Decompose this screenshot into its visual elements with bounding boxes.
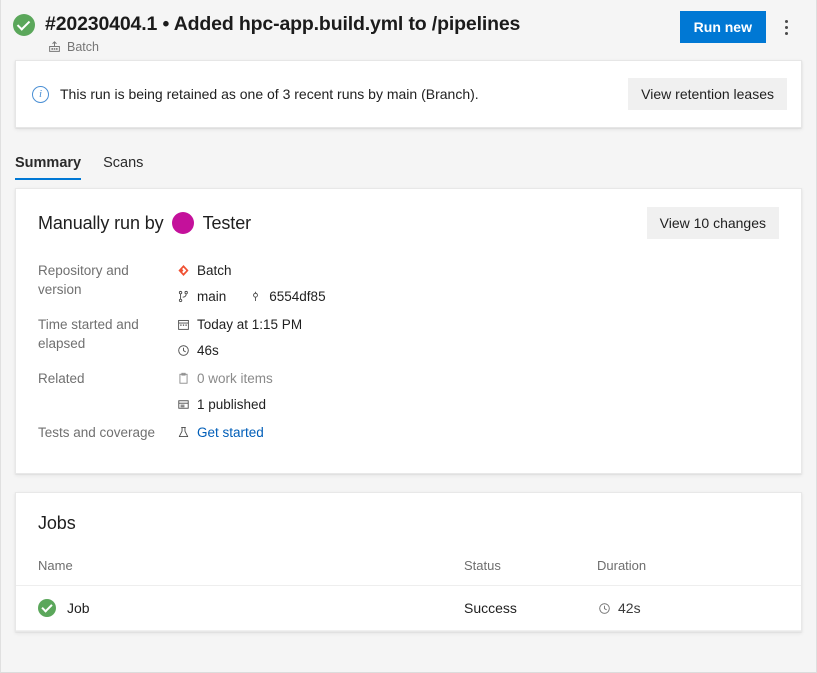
elapsed-value: 46s [197, 343, 219, 358]
page-header: #20230404.1 • Added hpc-app.build.yml to… [1, 0, 816, 60]
summary-card-wrapper: Manually run by Tester View 10 changes R… [1, 188, 816, 474]
jobs-table: Name Status Duration Job Success 42s [16, 550, 801, 631]
run-status-icon-wrapper [13, 14, 35, 39]
header-title-block: #20230404.1 • Added hpc-app.build.yml to… [45, 10, 680, 54]
header-actions: Run new [679, 11, 800, 43]
work-items-line: 0 work items [176, 369, 779, 388]
branch-icon [176, 289, 191, 304]
table-row[interactable]: Job Success 42s [16, 585, 801, 631]
detail-value-repository: Batch main 6554df85 [176, 261, 779, 315]
elapsed-line: 46s [176, 341, 779, 360]
jobs-column-status: Status [464, 550, 597, 586]
run-new-button[interactable]: Run new [679, 11, 766, 43]
job-duration-value: 42s [618, 600, 641, 616]
jobs-section-title: Jobs [38, 513, 76, 533]
pipeline-icon [47, 39, 62, 54]
view-changes-button[interactable]: View 10 changes [646, 207, 779, 239]
artifacts-line: 1 published [176, 395, 779, 414]
detail-row-related: Related 0 work items 1 published [38, 369, 779, 423]
detail-label-tests: Tests and coverage [38, 425, 156, 440]
beaker-icon [176, 425, 191, 440]
jobs-card: Jobs Name Status Duration Job Success 42… [15, 492, 802, 632]
version-line: main 6554df85 [176, 287, 779, 306]
detail-value-tests: Get started [176, 423, 779, 451]
detail-label-time: Time started and elapsed [38, 317, 139, 351]
calendar-icon [176, 317, 191, 332]
run-by-user-name: Tester [202, 212, 252, 233]
jobs-table-header-row: Name Status Duration [16, 550, 801, 586]
jobs-column-name: Name [16, 550, 464, 586]
detail-row-repository: Repository and version Batch main 6554df… [38, 261, 779, 315]
summary-card: Manually run by Tester View 10 changes R… [15, 188, 802, 474]
tab-summary[interactable]: Summary [15, 155, 82, 180]
run-by-prefix: Manually run by [38, 212, 164, 233]
clock-icon [176, 343, 191, 358]
started-at-value: Today at 1:15 PM [197, 317, 303, 332]
artifact-icon [176, 397, 191, 412]
user-avatar [171, 212, 194, 234]
commit-icon [248, 289, 263, 304]
job-name-group: Job [38, 599, 464, 617]
summary-card-header: Manually run by Tester View 10 changes [38, 207, 779, 239]
success-check-icon [38, 599, 56, 617]
commit-group: 6554df85 [248, 287, 326, 306]
jobs-card-wrapper: Jobs Name Status Duration Job Success 42… [1, 492, 816, 632]
page-title: #20230404.1 • Added hpc-app.build.yml to… [45, 13, 521, 35]
retention-banner: i This run is being retained as one of 3… [15, 60, 802, 128]
view-retention-leases-button[interactable]: View retention leases [628, 78, 787, 110]
retention-banner-wrapper: i This run is being retained as one of 3… [1, 60, 816, 128]
tab-bar: Summary Scans [1, 128, 816, 180]
pipeline-subtitle: Batch [47, 39, 680, 54]
pipeline-name: Batch [67, 39, 99, 54]
commit-sha: 6554df85 [269, 289, 326, 304]
branch-name: main [197, 289, 227, 304]
work-item-icon [176, 371, 191, 386]
tests-get-started-link[interactable]: Get started [197, 423, 264, 442]
tests-line: Get started [176, 423, 779, 442]
success-check-icon [13, 14, 35, 36]
clock-icon [597, 601, 612, 616]
detail-row-tests: Tests and coverage Get started [38, 423, 779, 451]
run-details-table: Repository and version Batch main 6554df… [38, 261, 779, 451]
pipeline-run-page: #20230404.1 • Added hpc-app.build.yml to… [0, 0, 817, 673]
job-status-cell: Success [464, 585, 597, 631]
repository-line: Batch [176, 261, 779, 280]
job-name: Job [67, 600, 90, 616]
tab-scans[interactable]: Scans [103, 155, 143, 180]
detail-value-related: 0 work items 1 published [176, 369, 779, 423]
run-by-line: Manually run by Tester [38, 212, 251, 234]
branch-group: main [176, 287, 226, 306]
job-duration-group: 42s [597, 600, 801, 616]
kebab-menu-icon[interactable] [772, 11, 800, 43]
detail-label-related: Related [38, 371, 85, 386]
started-at-line: Today at 1:15 PM [176, 315, 779, 334]
job-name-cell: Job [16, 585, 464, 631]
info-icon: i [32, 85, 49, 103]
artifacts-value: 1 published [197, 397, 267, 412]
branch-commit-group: main 6554df85 [176, 287, 326, 306]
repository-name: Batch [197, 263, 232, 278]
jobs-column-duration: Duration [597, 550, 801, 586]
detail-row-time: Time started and elapsed Today at 1:15 P… [38, 315, 779, 369]
job-duration-cell: 42s [597, 585, 801, 631]
work-items-value: 0 work items [197, 371, 273, 386]
azure-repos-icon [176, 263, 191, 278]
retention-banner-message: This run is being retained as one of 3 r… [60, 86, 479, 102]
detail-label-repository: Repository and version [38, 263, 129, 297]
detail-value-time: Today at 1:15 PM 46s [176, 315, 779, 369]
